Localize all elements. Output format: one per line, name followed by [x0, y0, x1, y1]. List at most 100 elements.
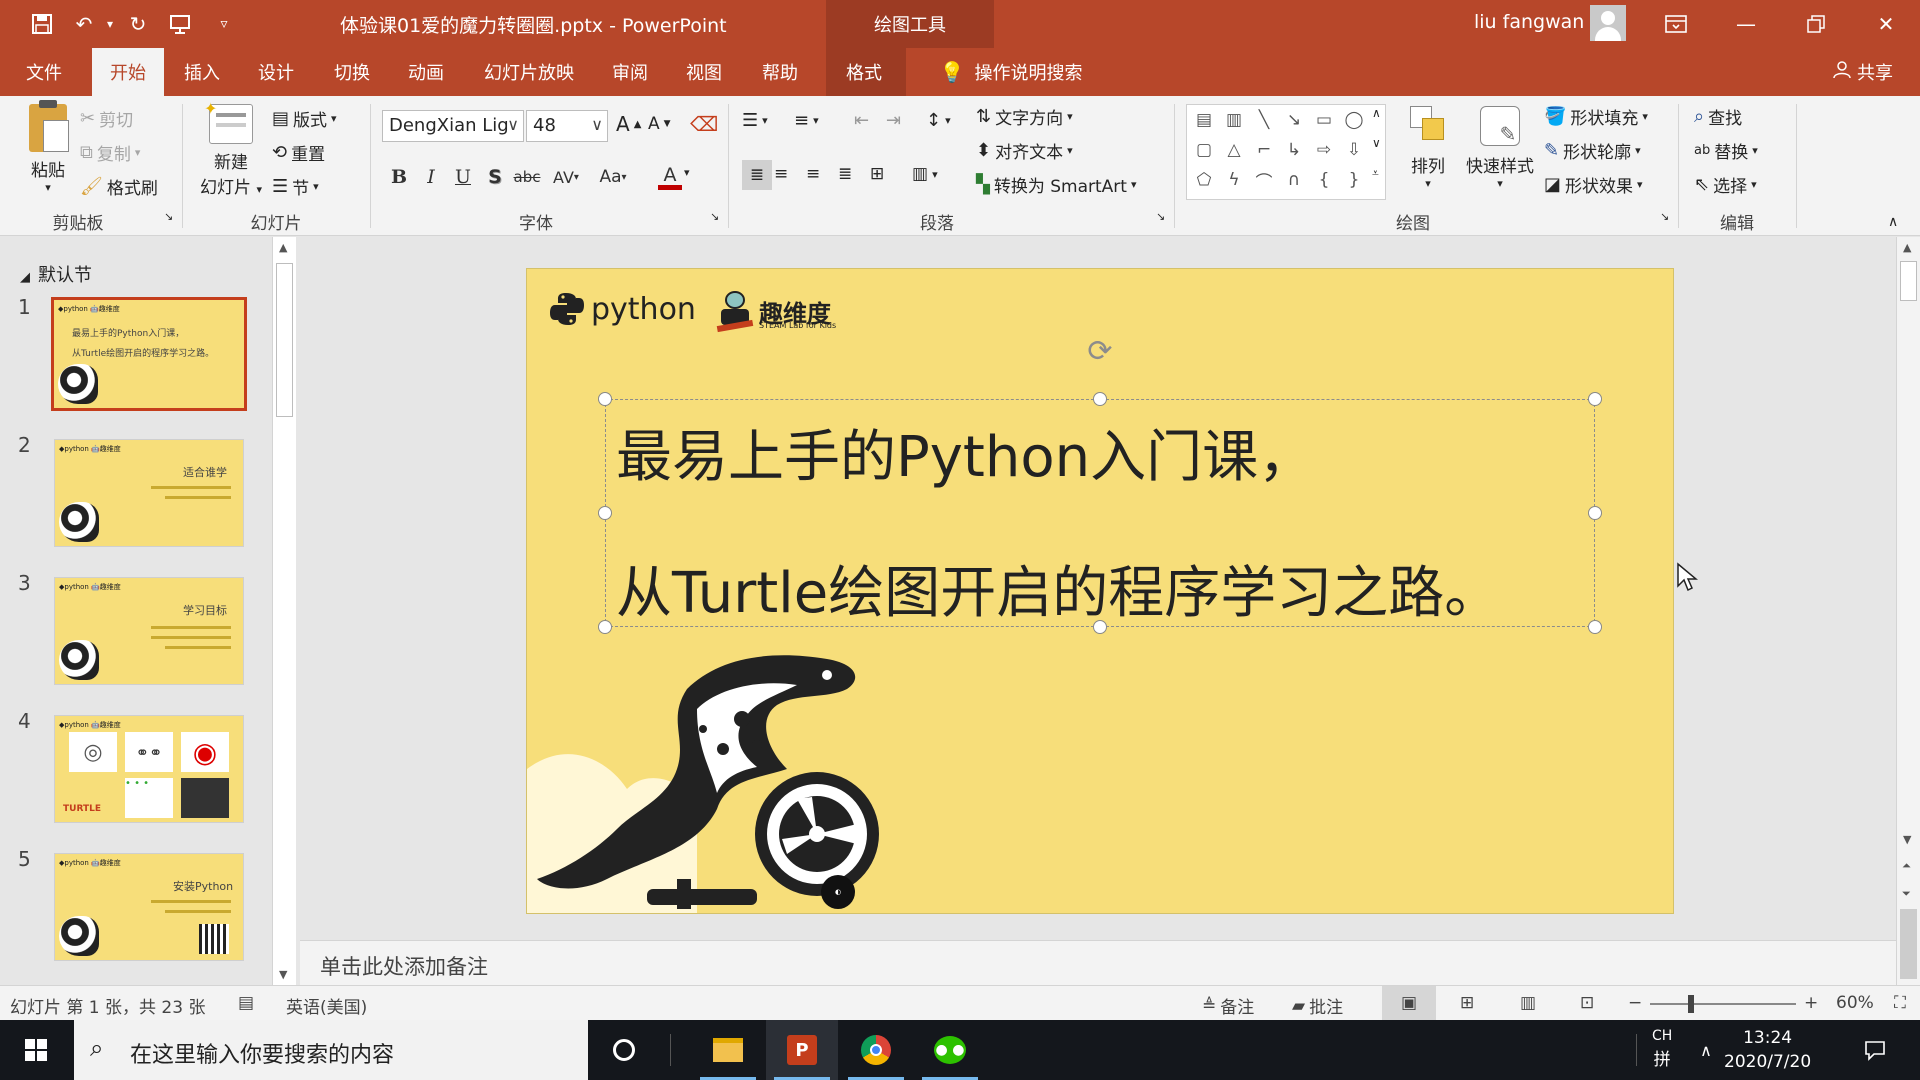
- slide-scroll-thumb[interactable]: [1900, 261, 1917, 301]
- freeform-shape-icon[interactable]: ⬠: [1191, 167, 1217, 193]
- present-from-start-icon[interactable]: [166, 10, 194, 38]
- user-name[interactable]: liu fangwan: [1474, 11, 1584, 33]
- tab-design[interactable]: 设计: [246, 48, 306, 96]
- language-indicator[interactable]: 英语(美国): [286, 993, 367, 1018]
- section-header[interactable]: ◢ 默认节: [20, 261, 92, 287]
- rounded-rectangle-shape-icon[interactable]: ▢: [1191, 137, 1217, 163]
- grow-font-button[interactable]: A ▲: [616, 112, 641, 136]
- chrome-icon[interactable]: [840, 1020, 912, 1080]
- tab-transitions[interactable]: 切换: [322, 48, 382, 96]
- drawing-launcher-icon[interactable]: ↘: [1660, 210, 1669, 223]
- arc-shape-icon[interactable]: ⌒: [1251, 167, 1277, 193]
- previous-slide-icon[interactable]: ⏶: [1902, 859, 1911, 873]
- zoom-in-button[interactable]: +: [1804, 993, 1818, 1013]
- resize-handle[interactable]: [1093, 620, 1107, 634]
- text-box-shape-icon[interactable]: ▤: [1191, 107, 1217, 133]
- justify-icon[interactable]: ≣: [838, 164, 852, 184]
- increase-indent-icon[interactable]: ⇥: [886, 110, 901, 131]
- slide-sorter-view-icon[interactable]: ⊞: [1460, 993, 1474, 1013]
- resize-handle[interactable]: [598, 620, 612, 634]
- select-button[interactable]: ⇖ 选择 ▾: [1694, 172, 1757, 197]
- fit-to-window-icon[interactable]: ⛶: [1894, 993, 1906, 1013]
- tab-insert[interactable]: 插入: [172, 48, 232, 96]
- shape-fill-button[interactable]: 🪣 形状填充 ▾: [1544, 104, 1648, 129]
- italic-button[interactable]: I: [416, 162, 446, 192]
- tab-review[interactable]: 审阅: [600, 48, 660, 96]
- copy-button[interactable]: ⧉ 复制 ▾: [80, 140, 140, 165]
- resize-handle[interactable]: [1588, 392, 1602, 406]
- file-explorer-icon[interactable]: [692, 1020, 764, 1080]
- comments-toggle-button[interactable]: ▰ 批注: [1292, 993, 1343, 1019]
- title-text-box[interactable]: 最易上手的Python入门课， 从Turtle绘图开启的程序学习之路。: [598, 392, 1602, 634]
- rectangle-shape-icon[interactable]: ▭: [1311, 107, 1337, 133]
- numbering-icon[interactable]: ≡ ▾: [794, 110, 819, 131]
- undo-dropdown-icon[interactable]: ▾: [96, 10, 124, 38]
- replace-button[interactable]: ab 替换 ▾: [1694, 138, 1758, 163]
- notes-placeholder[interactable]: 单击此处添加备注: [320, 951, 488, 981]
- bullets-icon[interactable]: ☰ ▾: [742, 110, 768, 131]
- windows-start-button[interactable]: [0, 1020, 72, 1080]
- font-color-dropdown-icon[interactable]: ▾: [684, 166, 690, 179]
- cut-button[interactable]: ✂ 剪切: [80, 106, 133, 131]
- down-arrow-shape-icon[interactable]: ⇩: [1341, 137, 1367, 163]
- thumbnail-scrollbar[interactable]: ▲ ▼: [272, 237, 296, 985]
- customize-qat-icon[interactable]: ▿: [210, 10, 238, 38]
- avatar[interactable]: [1590, 5, 1626, 41]
- reading-view-icon[interactable]: ▥: [1520, 993, 1536, 1013]
- right-brace-shape-icon[interactable]: }: [1341, 167, 1367, 193]
- distributed-icon[interactable]: ⊞: [870, 164, 884, 184]
- thumbnail-scroll-thumb[interactable]: [276, 263, 293, 417]
- resize-handle[interactable]: [1588, 506, 1602, 520]
- strikethrough-button[interactable]: abc: [512, 162, 542, 192]
- align-text-button[interactable]: ⬍ 对齐文本 ▾: [976, 138, 1073, 163]
- scroll-up-icon[interactable]: ▲: [1903, 241, 1911, 254]
- rotate-handle-icon[interactable]: ⟳: [1083, 335, 1117, 369]
- tab-home[interactable]: 开始: [92, 48, 164, 96]
- curve-shape-icon[interactable]: ∩: [1281, 167, 1307, 193]
- paste-button[interactable]: 粘贴 ▾: [20, 100, 76, 194]
- shape-outline-button[interactable]: ✎ 形状轮廓 ▾: [1544, 138, 1641, 163]
- action-center-icon[interactable]: [1850, 1020, 1900, 1080]
- format-painter-button[interactable]: 🖌 格式刷: [80, 174, 158, 199]
- restore-button[interactable]: [1782, 0, 1850, 48]
- slide-title-line-2[interactable]: 从Turtle绘图开启的程序学习之路。: [616, 548, 1500, 629]
- spelling-icon[interactable]: ▤: [238, 993, 254, 1013]
- zoom-level[interactable]: 60%: [1836, 993, 1874, 1013]
- tab-help[interactable]: 帮助: [750, 48, 810, 96]
- slide-thumbnail-1[interactable]: ◆python 🤖趣维度 最易上手的Python入门课， 从Turtle绘图开启…: [51, 297, 247, 411]
- arrange-button[interactable]: 排列 ▾: [1400, 104, 1456, 190]
- right-arrow-shape-icon[interactable]: ⇨: [1311, 137, 1337, 163]
- resize-handle[interactable]: [1588, 620, 1602, 634]
- ime-mode-indicator[interactable]: CH 拼: [1652, 1024, 1672, 1072]
- slide-title-line-1[interactable]: 最易上手的Python入门课，: [616, 412, 1314, 493]
- ribbon-display-options-icon[interactable]: [1642, 0, 1710, 48]
- tab-format[interactable]: 格式: [832, 48, 896, 96]
- align-right-icon[interactable]: ≡: [806, 164, 820, 184]
- oval-shape-icon[interactable]: ◯: [1341, 107, 1367, 133]
- gallery-scroll-up-icon[interactable]: ∧: [1372, 106, 1381, 120]
- tab-slideshow[interactable]: 幻灯片放映: [474, 48, 584, 96]
- redo-icon[interactable]: ↻: [124, 10, 152, 38]
- clear-formatting-icon[interactable]: ⌫: [690, 112, 718, 136]
- line-spacing-icon[interactable]: ↕ ▾: [926, 110, 951, 131]
- minimize-button[interactable]: —: [1712, 0, 1780, 48]
- next-slide-icon[interactable]: ⏷: [1902, 887, 1911, 901]
- scroll-down-icon[interactable]: ▼: [1903, 833, 1911, 846]
- resize-handle[interactable]: [1093, 392, 1107, 406]
- wechat-icon[interactable]: ● ●: [914, 1020, 986, 1080]
- gallery-more-icon[interactable]: ⩡: [1372, 166, 1379, 181]
- underline-button[interactable]: U: [448, 162, 478, 192]
- shapes-gallery[interactable]: ▤ ▥ ╲ ↘ ▭ ◯ ▢ △ ⌐ ↳ ⇨ ⇩ ⬠ ϟ ⌒ ∩ { }: [1186, 104, 1386, 200]
- text-shadow-button[interactable]: S: [480, 162, 510, 192]
- elbow-connector-shape-icon[interactable]: ⌐: [1251, 137, 1277, 163]
- slide-thumbnail-2[interactable]: ◆python 🤖趣维度 适合谁学: [54, 439, 244, 547]
- font-size-combo[interactable]: 48 ∨: [526, 110, 608, 142]
- vertical-text-box-shape-icon[interactable]: ▥: [1221, 107, 1247, 133]
- decrease-indent-icon[interactable]: ⇤: [854, 110, 869, 131]
- scroll-down-icon[interactable]: ▼: [279, 968, 287, 981]
- align-left-icon[interactable]: ≣: [742, 160, 772, 190]
- close-button[interactable]: ✕: [1852, 0, 1920, 48]
- slide-scroll-track[interactable]: [1900, 909, 1917, 979]
- tab-file[interactable]: 文件: [14, 48, 74, 96]
- slide-thumbnail-3[interactable]: ◆python 🤖趣维度 学习目标: [54, 577, 244, 685]
